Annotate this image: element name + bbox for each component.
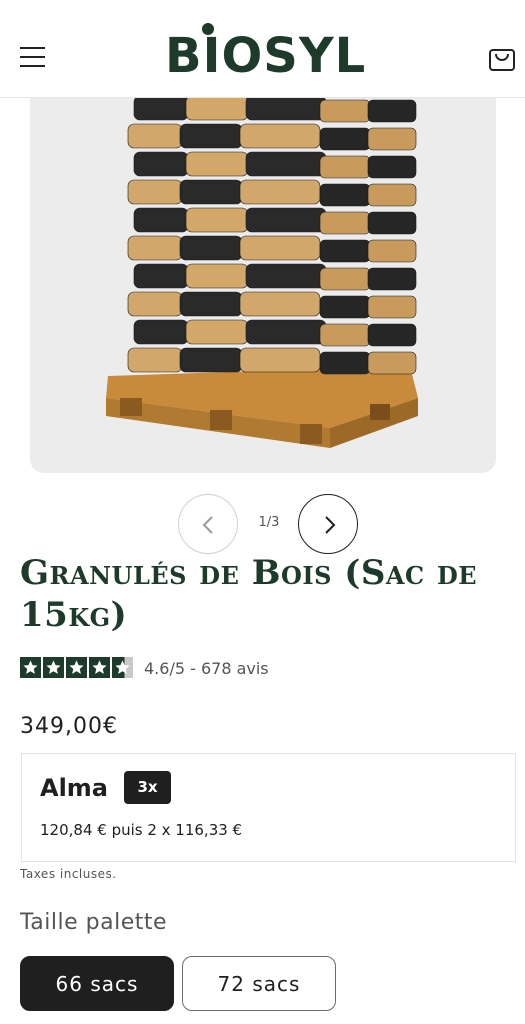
variant-option-66-sacs[interactable]: 66 sacs xyxy=(20,956,174,1011)
rating-text: 4.6/5 - 678 avis xyxy=(144,659,269,678)
logo-text: BIOSYL xyxy=(165,28,367,84)
star-icon xyxy=(43,657,64,678)
half-star-icon xyxy=(112,657,133,678)
variant-label: Taille palette xyxy=(20,910,168,935)
product-image[interactable] xyxy=(30,98,496,473)
previous-slide-button[interactable] xyxy=(178,494,238,554)
brand-logo[interactable]: BIOSYL xyxy=(165,23,375,86)
product-title: Granulés de Bois (Sac de 15kg) xyxy=(20,553,478,635)
gallery-pager: 1/3 xyxy=(178,494,360,554)
chevron-left-icon xyxy=(202,516,213,534)
rating-stars xyxy=(20,657,134,679)
variant-option-72-sacs[interactable]: 72 sacs xyxy=(182,956,336,1011)
alma-logo: Alma xyxy=(40,774,109,802)
stacked-bags xyxy=(127,98,417,375)
slide-counter: 1/3 xyxy=(258,515,280,530)
taxes-note: Taxes incluses. xyxy=(20,867,117,881)
star-icon xyxy=(66,657,87,678)
hamburger-menu-icon[interactable] xyxy=(18,42,48,72)
site-header: BIOSYL xyxy=(0,0,525,98)
product-price: 349,00€ xyxy=(20,714,118,739)
star-icon xyxy=(89,657,110,678)
wooden-pallet xyxy=(106,366,418,448)
alma-installment-detail: 120,84 € puis 2 x 116,33 € xyxy=(40,821,243,839)
leaf-icon xyxy=(202,23,214,35)
star-icon xyxy=(20,657,41,678)
chevron-right-icon xyxy=(325,516,336,534)
shopping-bag-icon[interactable] xyxy=(486,42,518,74)
alma-installment-badge[interactable]: 3x xyxy=(124,771,171,804)
next-slide-button[interactable] xyxy=(298,494,358,554)
pellet-pallet-image xyxy=(106,98,418,448)
alma-installment-widget[interactable]: Alma 3x 120,84 € puis 2 x 116,33 € xyxy=(21,753,516,862)
